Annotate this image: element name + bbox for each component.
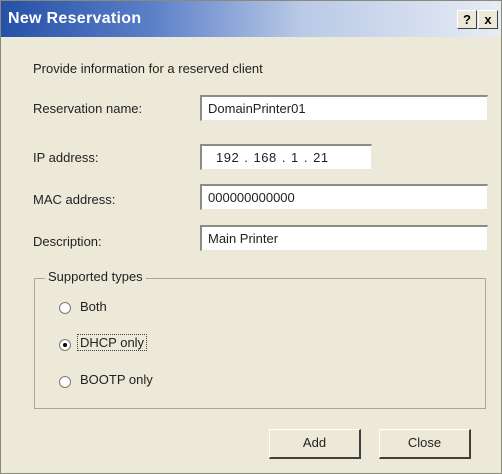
window-title: New Reservation: [8, 10, 142, 27]
close-button[interactable]: Close: [379, 429, 471, 459]
intro-text: Provide information for a reserved clien…: [33, 61, 263, 76]
mac-address-field[interactable]: 000000000000: [200, 184, 488, 210]
mac-address-label: MAC address:: [33, 192, 116, 207]
radio-dhcp-only-label-wrap[interactable]: DHCP only: [77, 334, 148, 351]
radio-both[interactable]: [59, 302, 71, 314]
help-button[interactable]: ?: [457, 10, 477, 29]
radio-dhcp-only[interactable]: [59, 339, 71, 351]
reservation-name-label: Reservation name:: [33, 101, 143, 116]
supported-types-title: Supported types: [45, 269, 146, 284]
new-reservation-dialog: New Reservation ? x Provide information …: [0, 0, 502, 474]
radio-bootp-only[interactable]: [59, 376, 71, 388]
ip-address-field[interactable]: 192 . 168 . 1 . 21: [200, 144, 372, 170]
radio-dhcp-only-label[interactable]: DHCP only: [77, 334, 148, 351]
reservation-name-field[interactable]: DomainPrinter01: [200, 95, 488, 121]
title-bar: New Reservation ? x: [1, 1, 501, 37]
radio-bootp-only-label[interactable]: BOOTP only: [80, 372, 153, 387]
ip-address-label: IP address:: [33, 150, 99, 165]
description-field[interactable]: Main Printer: [200, 225, 488, 251]
add-button[interactable]: Add: [269, 429, 361, 459]
radio-both-label[interactable]: Both: [80, 299, 107, 314]
close-window-button[interactable]: x: [478, 10, 498, 29]
description-label: Description:: [33, 234, 102, 249]
